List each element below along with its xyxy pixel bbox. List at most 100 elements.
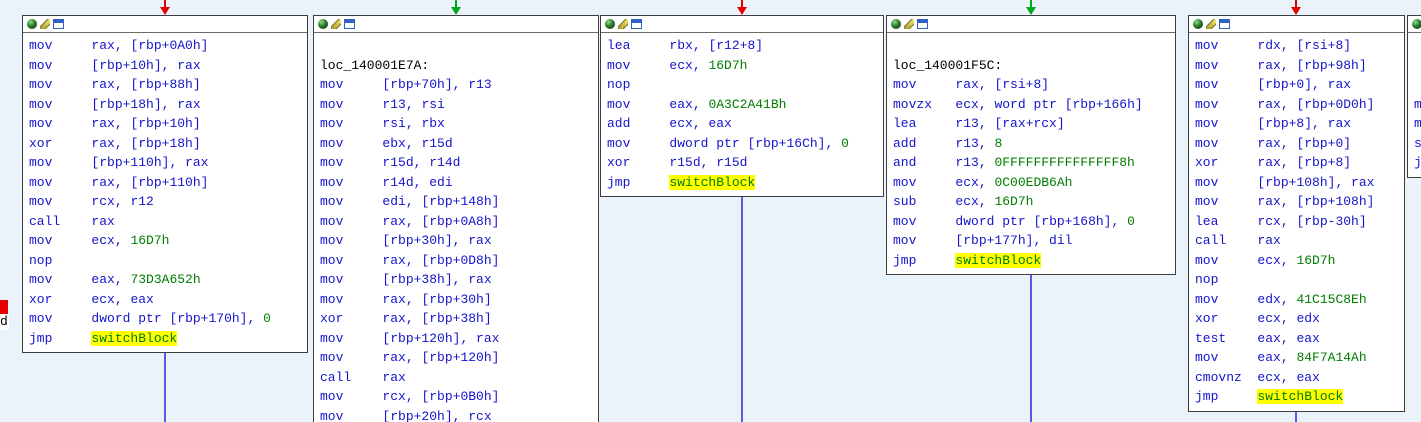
asm-line: mov eax, 73D3A652h	[29, 270, 307, 290]
asm-line: nop	[607, 75, 883, 95]
sphere-icon[interactable]	[1193, 19, 1203, 29]
asm-line	[320, 36, 598, 56]
scalar-value: 0	[841, 136, 849, 151]
graph-node-4[interactable]: loc_140001F5C:mov rax, [rsi+8]movzx ecx,…	[886, 15, 1176, 275]
node-code: lea rbx, [r12+8]mov ecx, 16D7hnopmov eax…	[601, 33, 883, 196]
asm-line: mov ecx, 16D7h	[29, 231, 307, 251]
asm-line: s	[1414, 134, 1421, 154]
asm-line: mov rcx, [rbp+0B0h]	[320, 387, 598, 407]
sphere-icon[interactable]	[27, 19, 37, 29]
code-label: loc_140001F5C:	[893, 58, 1002, 73]
asm-line: mov r13, rsi	[320, 95, 598, 115]
outgoing-edge	[164, 353, 166, 422]
scalar-value: 16D7h	[1296, 253, 1335, 268]
asm-line: mov [rbp+70h], r13	[320, 75, 598, 95]
asm-line: lea rbx, [r12+8]	[607, 36, 883, 56]
scalar-value: 73D3A652h	[130, 272, 200, 287]
switchblock-highlight[interactable]: switchBlock	[1257, 389, 1343, 404]
asm-line: xor ecx, edx	[1195, 309, 1404, 329]
scalar-value: 84F7A14Ah	[1296, 350, 1366, 365]
graph-node-5[interactable]: mov rdx, [rsi+8]mov rax, [rbp+98h]mov [r…	[1188, 15, 1405, 412]
asm-line: mov [rbp+38h], rax	[320, 270, 598, 290]
edit-icon[interactable]	[618, 19, 628, 29]
sphere-icon[interactable]	[318, 19, 328, 29]
asm-line: mov [rbp+0], rax	[1195, 75, 1404, 95]
edit-icon[interactable]	[1206, 19, 1216, 29]
scalar-value: 41C15C8Eh	[1296, 292, 1366, 307]
asm-line: jmp switchBlock	[893, 251, 1175, 271]
asm-line: xor rax, [rbp+8]	[1195, 153, 1404, 173]
graph-node-1[interactable]: mov rax, [rbp+0A0h]mov [rbp+10h], raxmov…	[22, 15, 308, 353]
node-titlebar	[1189, 16, 1404, 33]
outgoing-edge	[1295, 412, 1297, 422]
asm-line: mov dword ptr [rbp+168h], 0	[893, 212, 1175, 232]
asm-line: nop	[29, 251, 307, 271]
asm-line: jmp switchBlock	[29, 329, 307, 349]
asm-line: mov ecx, 0C00EDB6Ah	[893, 173, 1175, 193]
switchblock-highlight[interactable]: switchBlock	[669, 175, 755, 190]
outgoing-edge	[1030, 275, 1032, 422]
asm-line	[893, 36, 1175, 56]
scalar-value: 16D7h	[708, 58, 747, 73]
asm-line: mov rax, [rsi+8]	[893, 75, 1175, 95]
sphere-icon[interactable]	[605, 19, 615, 29]
asm-line: and r13, 0FFFFFFFFFFFFFFF8h	[893, 153, 1175, 173]
switchblock-highlight[interactable]: switchBlock	[955, 253, 1041, 268]
graph-node-6-clipped[interactable]: movmovsj	[1407, 15, 1421, 178]
edge-arrowhead	[160, 7, 170, 15]
asm-line: sub ecx, 16D7h	[893, 192, 1175, 212]
edge-arrowhead	[1291, 7, 1301, 15]
asm-line: mov rax, [rbp+0]	[1195, 134, 1404, 154]
asm-line: mov dword ptr [rbp+16Ch], 0	[607, 134, 883, 154]
asm-line: mov edx, 41C15C8Eh	[1195, 290, 1404, 310]
asm-line: lea rcx, [rbp-30h]	[1195, 212, 1404, 232]
asm-line: call rax	[1195, 231, 1404, 251]
disassembler-graph-view: { "colors": { "background": "#e9f3f9", "…	[0, 0, 1421, 422]
edit-icon[interactable]	[40, 19, 50, 29]
asm-line: movzx ecx, word ptr [rbp+166h]	[893, 95, 1175, 115]
asm-line: mov ebx, r15d	[320, 134, 598, 154]
edit-icon[interactable]	[904, 19, 914, 29]
asm-line: mov [rbp+110h], rax	[29, 153, 307, 173]
node-code: mov rdx, [rsi+8]mov rax, [rbp+98h]mov [r…	[1189, 33, 1404, 411]
graph-node-2[interactable]: loc_140001E7A:mov [rbp+70h], r13mov r13,…	[313, 15, 599, 422]
window-icon[interactable]	[1219, 19, 1230, 29]
switchblock-highlight[interactable]: switchBlock	[91, 331, 177, 346]
window-icon[interactable]	[917, 19, 928, 29]
asm-line: mov	[1414, 95, 1421, 115]
asm-line: mov rax, [rbp+110h]	[29, 173, 307, 193]
asm-line: mov rsi, rbx	[320, 114, 598, 134]
sphere-icon[interactable]	[1412, 19, 1421, 29]
asm-line: mov r14d, edi	[320, 173, 598, 193]
asm-line: mov rax, [rbp+88h]	[29, 75, 307, 95]
node-titlebar	[1408, 16, 1421, 33]
asm-line: mov [rbp+18h], rax	[29, 95, 307, 115]
scalar-value: 16D7h	[130, 233, 169, 248]
window-icon[interactable]	[344, 19, 355, 29]
asm-line: mov dword ptr [rbp+170h], 0	[29, 309, 307, 329]
asm-line: mov rax, [rbp+0D8h]	[320, 251, 598, 271]
node-titlebar	[23, 16, 307, 33]
asm-line: nop	[1195, 270, 1404, 290]
edit-icon[interactable]	[331, 19, 341, 29]
asm-line: mov rax, [rbp+10h]	[29, 114, 307, 134]
window-icon[interactable]	[53, 19, 64, 29]
asm-line: xor rax, [rbp+18h]	[29, 134, 307, 154]
asm-line: xor r15d, r15d	[607, 153, 883, 173]
graph-node-3[interactable]: lea rbx, [r12+8]mov ecx, 16D7hnopmov eax…	[600, 15, 884, 197]
sphere-icon[interactable]	[891, 19, 901, 29]
scalar-value: 16D7h	[994, 194, 1033, 209]
edge-arrowhead	[737, 7, 747, 15]
asm-line: call rax	[320, 368, 598, 388]
asm-line: mov rdx, [rsi+8]	[1195, 36, 1404, 56]
node-code: movmovsj	[1408, 33, 1421, 177]
asm-line	[1414, 36, 1421, 56]
asm-line: loc_140001F5C:	[893, 56, 1175, 76]
edge-arrowhead	[1026, 7, 1036, 15]
window-icon[interactable]	[631, 19, 642, 29]
asm-line: mov [rbp+8], rax	[1195, 114, 1404, 134]
asm-line: mov [rbp+30h], rax	[320, 231, 598, 251]
graph-canvas[interactable]: mov rax, [rbp+0A0h]mov [rbp+10h], raxmov…	[0, 0, 1421, 422]
asm-line: mov r15d, r14d	[320, 153, 598, 173]
scalar-value: 0C00EDB6Ah	[994, 175, 1072, 190]
